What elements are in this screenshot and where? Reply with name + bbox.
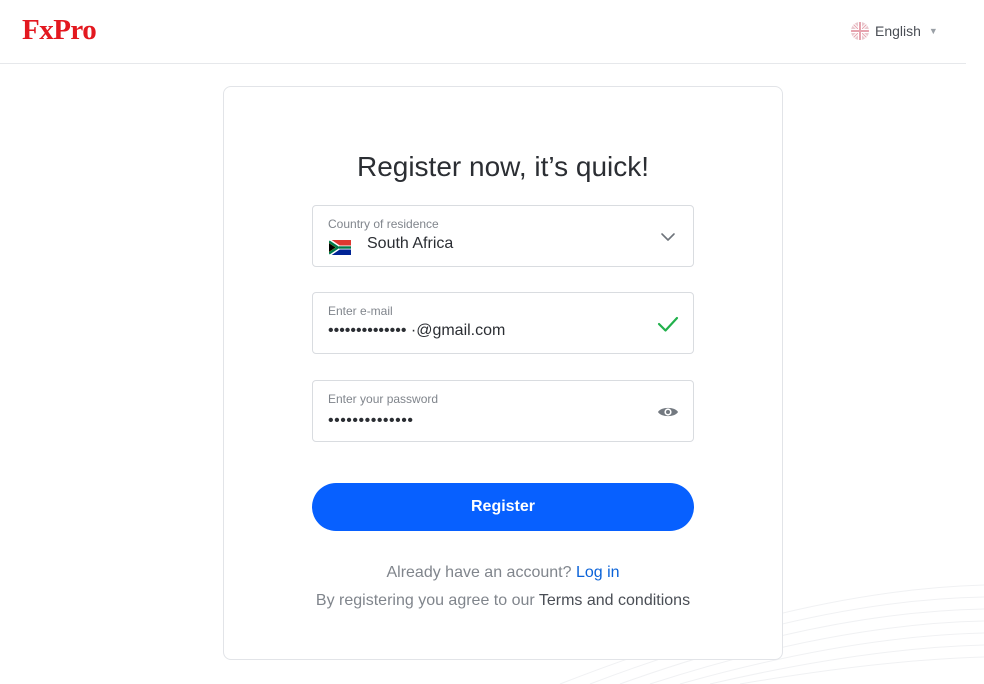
login-prompt: Already have an account? — [386, 564, 572, 581]
email-field[interactable]: Enter e-mail •••••••••••••• ·@gmail.com — [312, 292, 694, 354]
email-label: Enter e-mail — [328, 304, 393, 318]
fxpro-logo[interactable]: FxPro — [22, 14, 97, 47]
password-value[interactable]: •••••••••••••• — [328, 412, 413, 430]
language-label: English — [875, 23, 921, 39]
uk-flag-icon — [851, 22, 869, 40]
checkmark-icon — [657, 316, 679, 332]
eye-icon[interactable] — [657, 401, 679, 423]
caret-down-icon: ▼ — [928, 26, 938, 36]
register-button[interactable]: Register — [312, 483, 694, 531]
south-africa-flag-icon — [329, 240, 351, 255]
terms-line: By registering you agree to our Terms an… — [224, 592, 782, 610]
register-card: Register now, it’s quick! Country of res… — [223, 86, 783, 660]
country-value: South Africa — [367, 235, 454, 252]
country-select[interactable]: Country of residence South Africa — [312, 205, 694, 267]
language-selector[interactable]: English ▼ — [851, 21, 938, 41]
terms-link[interactable]: Terms and conditions — [539, 592, 690, 609]
login-prompt-line: Already have an account? Log in — [224, 564, 782, 582]
chevron-down-icon[interactable] — [657, 226, 679, 248]
page-title: Register now, it’s quick! — [356, 151, 650, 182]
country-label: Country of residence — [328, 217, 439, 231]
top-bar: FxPro English ▼ — [0, 0, 966, 64]
terms-prompt: By registering you agree to our — [315, 592, 535, 609]
password-field[interactable]: Enter your password •••••••••••••• — [312, 380, 694, 442]
login-link[interactable]: Log in — [576, 564, 620, 581]
email-value[interactable]: •••••••••••••• ·@gmail.com — [328, 322, 505, 340]
password-label: Enter your password — [328, 392, 439, 406]
